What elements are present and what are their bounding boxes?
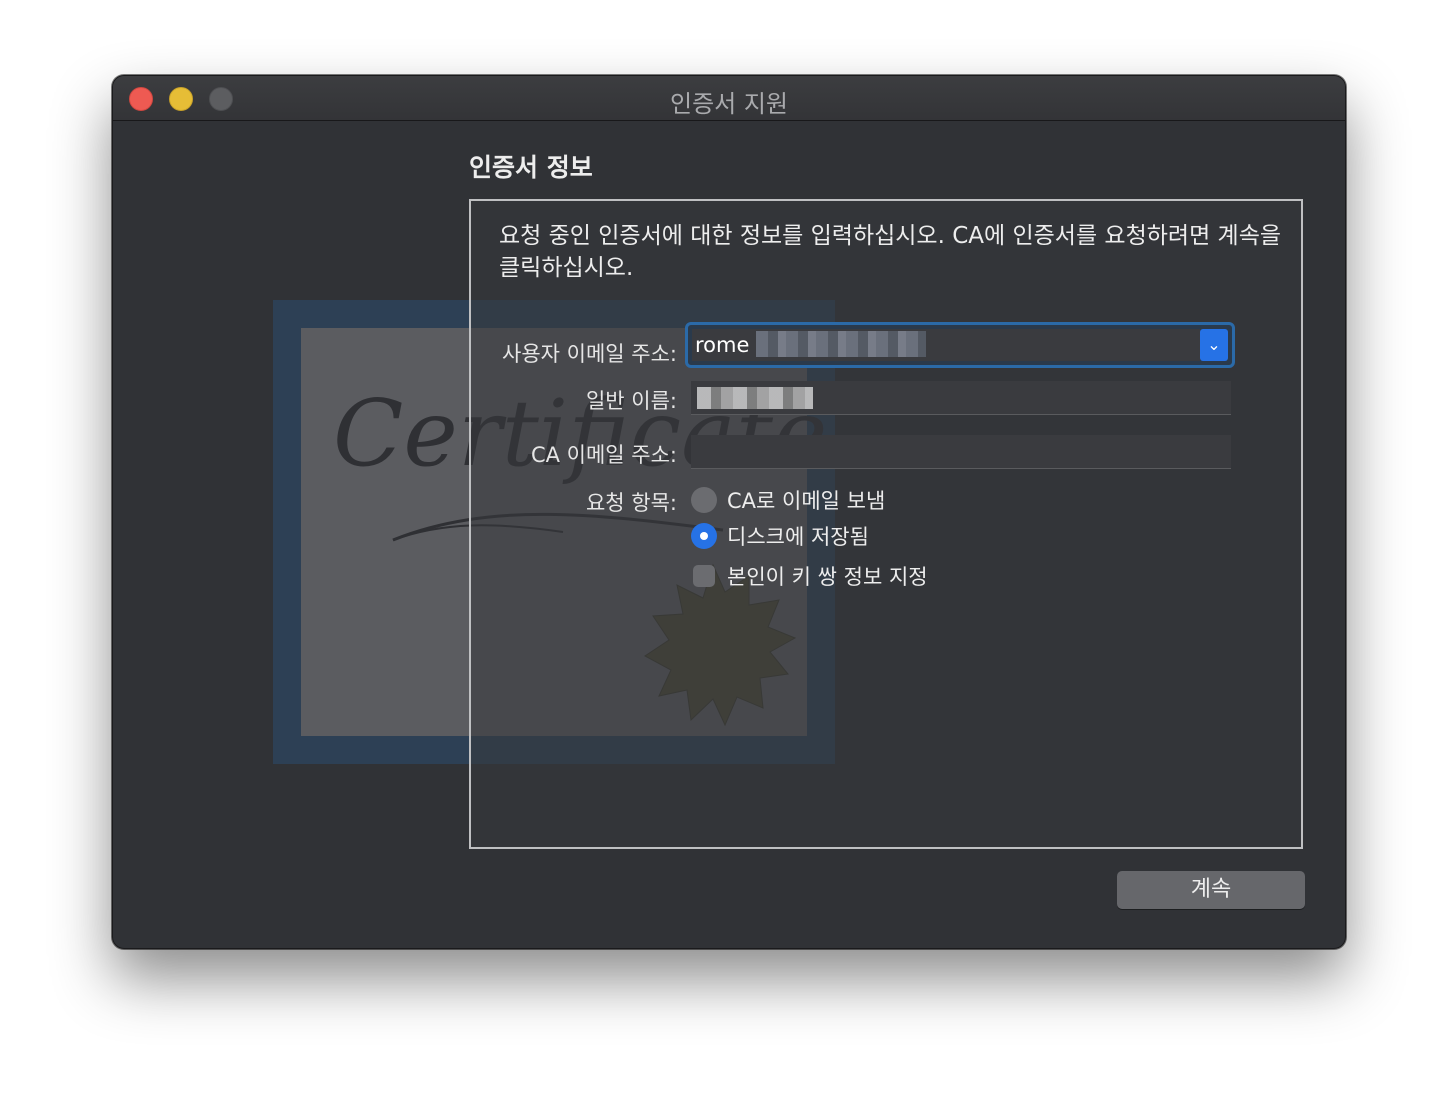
user-email-input[interactable]: rome <box>692 329 1200 361</box>
option-save-to-disk-label: 디스크에 저장됨 <box>727 525 869 549</box>
common-name-input[interactable] <box>691 381 1231 415</box>
user-email-combobox[interactable]: rome ⌄ <box>685 322 1235 368</box>
radio-save-to-disk[interactable] <box>691 523 717 549</box>
redacted-email <box>756 331 926 357</box>
ca-email-label: CA 이메일 주소: <box>530 443 677 467</box>
window-title: 인증서 지원 <box>669 90 789 118</box>
certificate-assistant-window: 인증서 지원 인증서 정보 Certificate 요청 중인 인증서에 대한 … <box>112 75 1346 949</box>
form-panel <box>469 199 1303 849</box>
radio-email-to-ca[interactable] <box>691 487 717 513</box>
continue-button[interactable]: 계속 <box>1117 871 1305 909</box>
common-name-label: 일반 이름: <box>585 389 677 413</box>
option-email-to-ca-label: CA로 이메일 보냄 <box>727 489 886 513</box>
section-title: 인증서 정보 <box>469 153 593 182</box>
title-bar: 인증서 지원 <box>113 76 1345 121</box>
section-description: 요청 중인 인증서에 대한 정보를 입력하십시오. CA에 인증서를 요청하려면… <box>499 223 1282 281</box>
ca-email-input[interactable] <box>691 435 1231 469</box>
option-specify-key-pair-label: 본인이 키 쌍 정보 지정 <box>727 565 928 589</box>
chevron-down-icon[interactable]: ⌄ <box>1200 329 1228 361</box>
user-email-value: rome <box>695 333 750 357</box>
checkbox-specify-key-pair[interactable] <box>693 565 715 587</box>
redacted-name <box>697 387 813 409</box>
user-email-label: 사용자 이메일 주소: <box>502 342 677 366</box>
request-label: 요청 항목: <box>585 491 677 515</box>
